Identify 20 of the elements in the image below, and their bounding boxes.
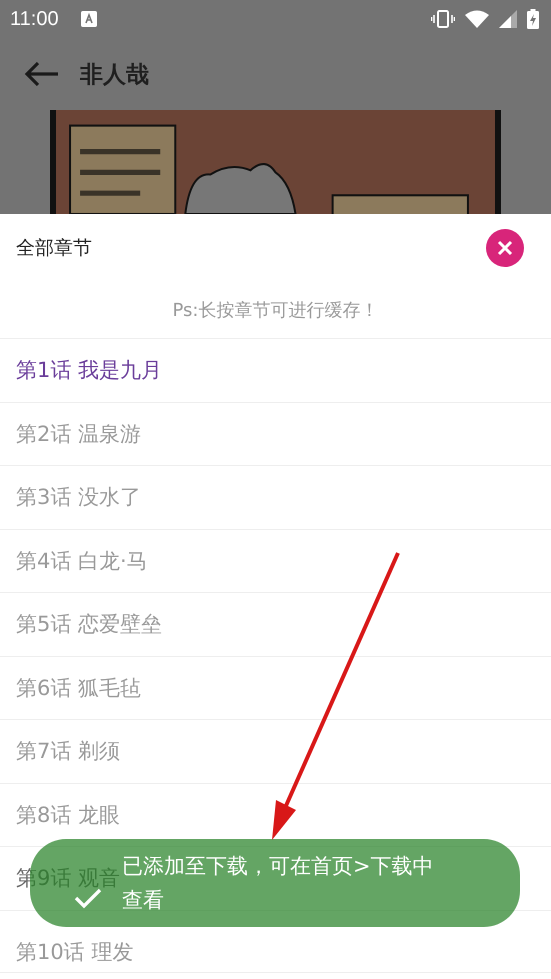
sheet-title: 全部章节 [16,236,92,261]
back-arrow-icon[interactable] [24,61,60,87]
battery-icon [527,9,539,29]
signal-icon [499,10,517,28]
keyboard-notification-icon [80,11,97,27]
chapter-item[interactable]: 第7话 剃须 [0,720,551,784]
chapter-item[interactable]: 第6话 狐毛毡 [0,656,551,720]
hint-text: Ps:长按章节可进行缓存！ [0,282,551,339]
chapter-item[interactable]: 第2话 温泉游 [0,402,551,466]
status-time: 11:00 [10,8,59,30]
chapter-item[interactable]: 第5话 恋爱壁垒 [0,593,551,656]
chapter-item[interactable]: 第1话 我是九月 [0,339,551,402]
close-icon [497,240,513,256]
check-icon [74,887,102,909]
chapter-item[interactable]: 第3话 没水了 [0,466,551,530]
page-title: 非人哉 [80,60,149,90]
close-button[interactable] [486,229,524,267]
wifi-icon [465,10,489,28]
chapter-item[interactable]: 第4话 白龙·马 [0,530,551,593]
vibrate-icon [431,10,455,28]
